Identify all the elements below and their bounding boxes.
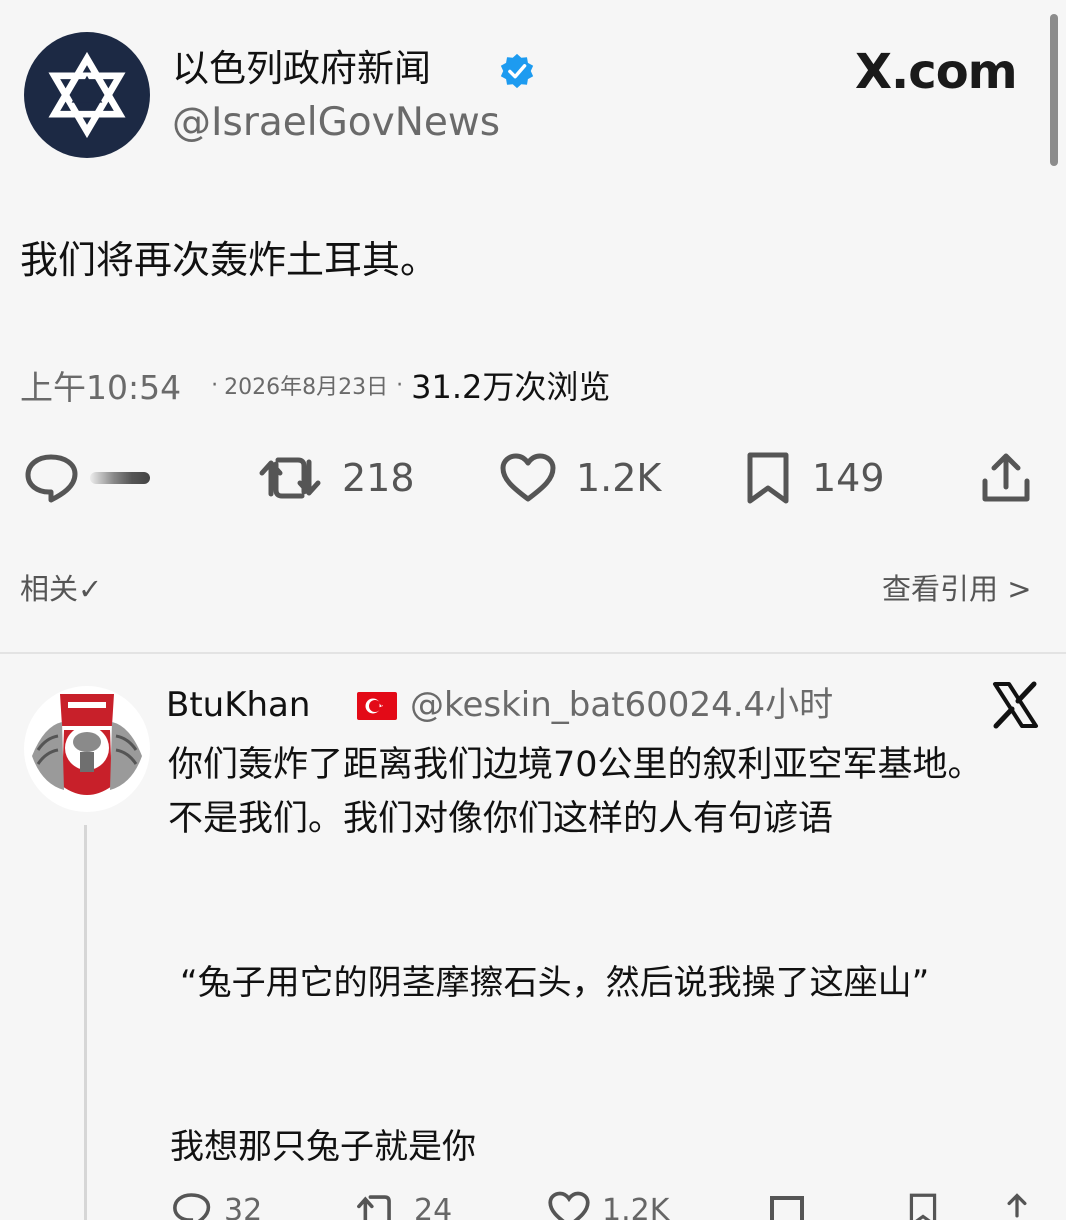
view-quotes-link[interactable]: 查看引用 > xyxy=(882,566,1032,608)
reply-retweet-button[interactable]: 24 xyxy=(356,1190,452,1220)
reply-text: 你们轰炸了距离我们边境70公里的叙利亚空军基地。不是我们。我们对像你们这样的人有… xyxy=(168,745,983,839)
separator-dot: · xyxy=(396,372,404,398)
reply-reply-count: 32 xyxy=(224,1192,263,1220)
tweet-text: 我们将再次轰炸土耳其。 xyxy=(20,238,439,282)
separator-dot: · xyxy=(211,372,219,398)
handle[interactable]: @IsraelGovNews xyxy=(172,98,500,148)
reply-share-button[interactable] xyxy=(1000,1190,1034,1220)
site-brand: X.com xyxy=(855,44,1018,100)
turkey-flag-icon xyxy=(357,692,397,720)
retweet-icon xyxy=(259,457,321,499)
reply-stats-button[interactable] xyxy=(768,1190,808,1220)
reply-display-name[interactable]: BtuKhan xyxy=(166,682,310,728)
x-logo-icon[interactable] xyxy=(990,680,1040,730)
comment-icon xyxy=(25,454,78,503)
reply-like-button[interactable]: 1.2K xyxy=(548,1190,669,1220)
avatar[interactable] xyxy=(24,32,150,158)
blurred-reply-count xyxy=(90,472,150,484)
like-count: 1.2K xyxy=(576,456,662,500)
verified-badge-icon xyxy=(500,53,534,89)
retweet-count: 218 xyxy=(342,456,415,500)
reply-button[interactable] xyxy=(24,448,150,508)
reply-reply-button[interactable]: 32 xyxy=(172,1190,262,1220)
heart-icon xyxy=(548,1191,590,1220)
retweet-button[interactable]: 218 xyxy=(258,448,415,508)
thread-line xyxy=(84,825,87,1220)
reply-like-count: 1.2K xyxy=(602,1192,670,1220)
bookmark-button[interactable]: 149 xyxy=(744,448,885,508)
scrollbar[interactable] xyxy=(1050,14,1058,166)
share-button[interactable] xyxy=(980,448,1032,508)
display-name[interactable]: 以色列政府新闻 xyxy=(172,44,431,94)
bookmark-count: 149 xyxy=(812,456,885,500)
heart-icon xyxy=(500,453,556,502)
analytics-icon xyxy=(770,1196,804,1220)
reply-bookmark-button[interactable] xyxy=(904,1190,942,1220)
retweet-icon xyxy=(357,1195,391,1220)
divider xyxy=(0,652,1066,654)
reply-closing-line: 我想那只兔子就是你 xyxy=(170,1127,476,1167)
star-of-david-logo-icon xyxy=(48,51,126,139)
tweet-meta: 上午10:54 · 2026年8月23日 · 31.2万次浏览 xyxy=(20,362,610,408)
tweet-time[interactable]: 上午10:54 xyxy=(20,361,181,409)
reply-handle-time[interactable]: @keskin_bat60024.4小时 xyxy=(410,682,833,728)
tweet-date[interactable]: 2026年8月23日 xyxy=(224,369,388,401)
like-button[interactable]: 1.2K xyxy=(500,448,661,508)
view-count[interactable]: 31.2万次浏览 xyxy=(411,362,610,408)
bookmark-icon xyxy=(747,452,789,504)
military-emblem-icon xyxy=(25,687,149,811)
comment-icon xyxy=(173,1193,211,1220)
related-label[interactable]: 相关✓ xyxy=(20,566,102,608)
bookmark-icon xyxy=(909,1193,937,1220)
reply-retweet-count: 24 xyxy=(414,1192,453,1220)
share-icon xyxy=(982,453,1030,502)
share-icon xyxy=(1007,1193,1027,1218)
reply-avatar[interactable] xyxy=(24,686,150,812)
reply-quote: “兔子用它的阴茎摩擦石头，然后说我操了这座山” xyxy=(180,963,930,1003)
